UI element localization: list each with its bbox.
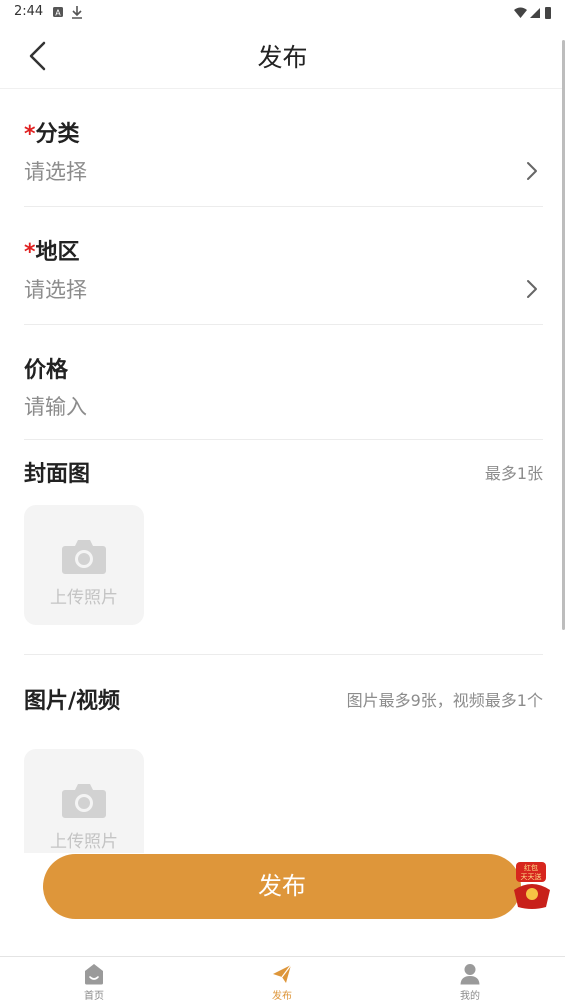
- region-field[interactable]: *地区 请选择: [24, 228, 543, 325]
- cover-upload-button[interactable]: 上传照片: [24, 505, 144, 625]
- category-label: *分类: [24, 122, 80, 147]
- region-label: *地区: [24, 240, 80, 265]
- tab-home-label: 首页: [84, 991, 104, 1002]
- red-packet-text-line1: 红包: [524, 863, 538, 872]
- chevron-right-icon: [525, 160, 539, 182]
- publish-button[interactable]: 发布: [43, 854, 521, 919]
- tab-mine-label: 我的: [460, 991, 480, 1002]
- required-mark: *: [24, 240, 36, 265]
- tab-bar: 首页 发布 我的: [0, 956, 565, 1005]
- section-divider: [24, 654, 543, 655]
- tab-publish[interactable]: 发布: [222, 957, 342, 1005]
- paper-plane-icon: [273, 964, 292, 983]
- form-scroll-area: *分类 请选择 *地区 请选择 价格 请输入 封面图 最多1张 上传照片 图片/…: [0, 0, 565, 853]
- red-packet-text-line2: 天天送: [521, 872, 542, 881]
- camera-icon: [62, 540, 106, 574]
- home-icon: [85, 964, 103, 985]
- media-section-title: 图片/视频: [24, 689, 121, 714]
- tab-publish-label: 发布: [272, 991, 292, 1002]
- price-input[interactable]: 请输入: [24, 391, 87, 421]
- red-packet-icon: 红包 天天送: [514, 862, 550, 909]
- red-packet-float-button[interactable]: 红包 天天送: [512, 860, 552, 910]
- required-mark: *: [24, 122, 36, 147]
- cover-section-title: 封面图: [24, 462, 91, 487]
- cover-limit-hint: 最多1张: [484, 464, 543, 483]
- chevron-right-icon: [525, 278, 539, 300]
- user-icon: [460, 964, 480, 985]
- region-placeholder: 请选择: [24, 278, 87, 302]
- tab-home[interactable]: 首页: [34, 957, 154, 1005]
- price-field[interactable]: 价格 请输入: [24, 346, 543, 440]
- category-placeholder: 请选择: [24, 160, 87, 184]
- tab-mine[interactable]: 我的: [410, 957, 530, 1005]
- camera-icon: [62, 784, 106, 818]
- media-upload-label: 上传照片: [50, 832, 118, 852]
- category-field[interactable]: *分类 请选择: [24, 110, 543, 207]
- price-label: 价格: [24, 358, 69, 383]
- cover-upload-label: 上传照片: [50, 588, 118, 608]
- media-limit-hint: 图片最多9张，视频最多1个: [346, 691, 543, 710]
- media-upload-button[interactable]: 上传照片: [24, 749, 144, 853]
